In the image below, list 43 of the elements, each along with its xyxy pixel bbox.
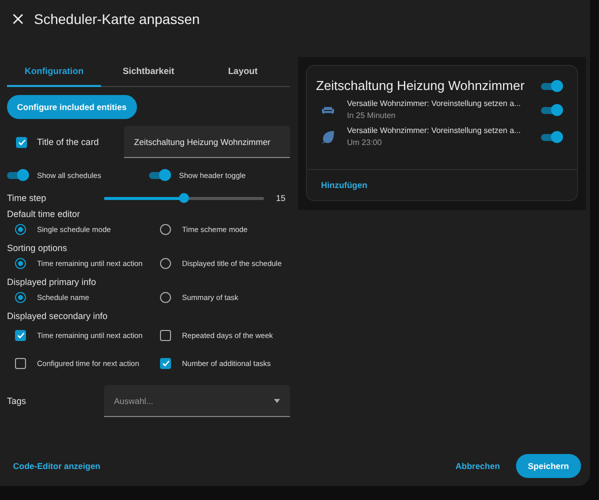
toggle-switch[interactable] <box>541 130 563 142</box>
tags-label: Tags <box>7 396 28 406</box>
schedule-title: Versatile Wohnzimmer: Voreinstellung setzen a... <box>347 99 522 108</box>
toggle-switch[interactable] <box>7 169 29 181</box>
tags-dropdown[interactable]: Auswahl... <box>104 385 290 417</box>
schedule-time: In 25 Minuten <box>347 111 396 120</box>
section-heading: Sorting options <box>7 243 68 253</box>
radio-button[interactable] <box>160 258 171 268</box>
section-heading: Displayed primary info <box>7 277 98 287</box>
checkbox[interactable] <box>160 330 171 340</box>
caret-icon <box>274 398 280 402</box>
radio-button[interactable] <box>15 258 26 268</box>
configure-entities-button[interactable]: Configure included entities <box>7 95 137 119</box>
toggle-switch[interactable] <box>149 169 171 181</box>
section-heading: Default time editor <box>7 209 82 219</box>
checkbox[interactable] <box>15 330 26 340</box>
radio-button[interactable] <box>15 224 26 234</box>
slider-value: 15 <box>276 193 286 203</box>
leaf-icon <box>321 130 335 144</box>
schedule-title: Versatile Wohnzimmer: Voreinstellung setzen a... <box>347 126 522 135</box>
tab[interactable]: Konfiguration <box>7 56 102 87</box>
schedule-time: Um 23:00 <box>347 138 383 147</box>
save-button[interactable]: Speichern <box>516 454 581 478</box>
card-title: Zeitschaltung Heizung Wohnzimmer <box>316 78 525 93</box>
dialog-title: Scheduler-Karte anpassen <box>34 11 200 27</box>
radio-button[interactable] <box>15 292 26 302</box>
checkbox[interactable] <box>16 136 27 148</box>
cancel-button[interactable]: Abbrechen <box>455 461 500 471</box>
tab[interactable]: Layout <box>196 56 290 87</box>
toggle-switch[interactable] <box>541 80 563 92</box>
close-icon[interactable] <box>12 13 24 25</box>
code-editor-link[interactable]: Code-Editor anzeigen <box>13 461 100 471</box>
card-title-field[interactable]: Zeitschaltung Heizung Wohnzimmer <box>124 126 290 158</box>
checkbox[interactable] <box>15 358 26 368</box>
checkbox[interactable] <box>160 358 171 368</box>
section-heading: Displayed secondary info <box>7 311 109 321</box>
tab[interactable]: Sichtbarkeit <box>101 56 196 87</box>
radio-button[interactable] <box>160 292 171 302</box>
time-step-label: Time step <box>7 193 48 203</box>
radio-button[interactable] <box>160 224 171 234</box>
add-link[interactable]: Hinzufügen <box>321 180 368 190</box>
option-label: Title of the card <box>37 137 99 147</box>
toggle-switch[interactable] <box>541 104 563 116</box>
